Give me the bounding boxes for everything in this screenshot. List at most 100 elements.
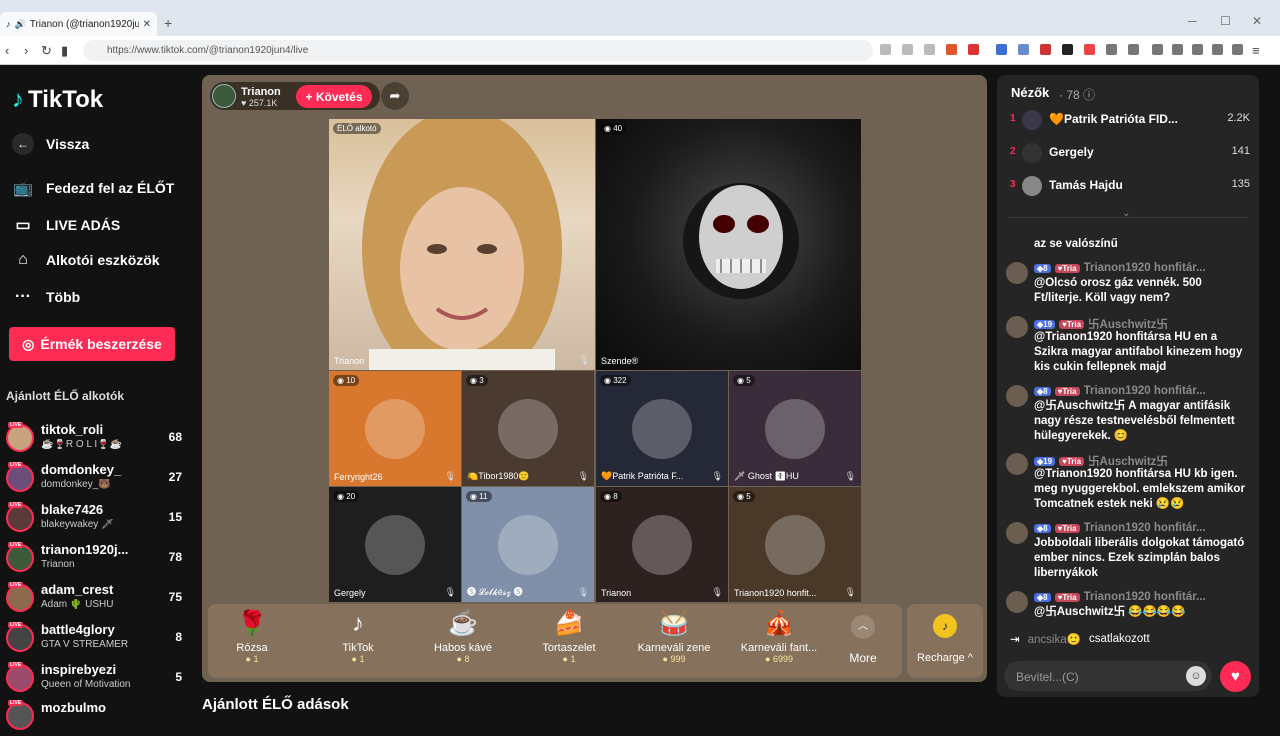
- creator-avatar[interactable]: [6, 424, 34, 452]
- chat-avatar[interactable]: [1006, 453, 1028, 475]
- recharge-label: Recharge ^: [917, 652, 973, 664]
- creator-avatar[interactable]: [6, 624, 34, 652]
- guest-video-tile[interactable]: ◉ 5 Trianon1920 honfit... 🎙: [729, 487, 861, 602]
- creator-list-item[interactable]: LIVE adam_crest Adam 🌵 USHU 75: [6, 582, 182, 618]
- info-icon[interactable]: ⓘ: [1083, 88, 1095, 102]
- vpn-icon[interactable]: [1232, 44, 1243, 55]
- nav-explore-live[interactable]: 📺 Fedezd fel az ÉLŐT: [12, 178, 174, 198]
- extension-icon[interactable]: [1040, 44, 1051, 55]
- creator-avatar[interactable]: [6, 464, 34, 492]
- top-viewer-row[interactable]: 2 Gergely 141: [1010, 141, 1250, 165]
- creator-avatar[interactable]: [6, 702, 34, 730]
- puzzle-icon[interactable]: [1106, 44, 1117, 55]
- creator-list-item[interactable]: LIVE trianon1920j... Trianon 78: [6, 542, 182, 578]
- viewer-avatar[interactable]: [1022, 143, 1042, 163]
- brave-shield-icon[interactable]: [946, 44, 957, 55]
- back-arrow-icon[interactable]: ‹: [5, 43, 9, 58]
- creator-list-item[interactable]: LIVE tiktok_roli ☕🍷R O L I🍷☕ 68: [6, 422, 182, 458]
- translate-icon[interactable]: [996, 44, 1007, 55]
- heart-like-button[interactable]: ♥: [1220, 661, 1251, 692]
- extension-icon[interactable]: [1018, 44, 1029, 55]
- creator-avatar[interactable]: [6, 504, 34, 532]
- creator-list-item[interactable]: LIVE mozbulmo: [6, 700, 182, 736]
- nav-live[interactable]: ▭ LIVE ADÁS: [12, 215, 120, 235]
- close-tab-icon[interactable]: ✕: [143, 19, 151, 30]
- guest-video-tile[interactable]: ◉ 3 🍋Tibor1980🙂 🎙: [462, 371, 594, 486]
- creator-list-item[interactable]: LIVE domdonkey_ domdonkey_🐻 27: [6, 462, 182, 498]
- chat-avatar[interactable]: [1006, 591, 1028, 613]
- bookmark-icon[interactable]: ▮: [61, 43, 68, 59]
- guest-video-tile[interactable]: ◉ 10 Ferryright26 🎙: [329, 371, 461, 486]
- sidebar-icon[interactable]: [1172, 44, 1183, 55]
- chat-username[interactable]: Trianon1920 honfitár...: [1084, 591, 1206, 603]
- chat-input[interactable]: Bevitel...(C): [1004, 661, 1212, 691]
- new-tab-icon[interactable]: +: [164, 15, 172, 31]
- nav-creator-tools[interactable]: ⌂ Alkotói eszközök: [12, 251, 159, 269]
- tiktok-logo[interactable]: ♪ TikTok: [12, 86, 103, 114]
- guest-video-tile[interactable]: ◉ 20 Gergely 🎙: [329, 487, 461, 602]
- extension-icon[interactable]: [1128, 44, 1139, 55]
- host-avatar[interactable]: [212, 84, 236, 108]
- top-viewer-row[interactable]: 3 Tamás Hajdu 135: [1010, 174, 1250, 198]
- reload-icon[interactable]: ↻: [41, 43, 52, 59]
- guest-video-tile[interactable]: ◉ 40 Szende®: [596, 119, 861, 370]
- chat-username[interactable]: Trianon1920 honfitár...: [1084, 262, 1206, 274]
- host-name[interactable]: Trianon: [241, 86, 281, 98]
- gift-item[interactable]: 🌹 Rózsa ● 1: [203, 608, 301, 664]
- share-page-icon[interactable]: [924, 44, 935, 55]
- chat-avatar[interactable]: [1006, 385, 1028, 407]
- get-coins-button[interactable]: ◎ Érmék beszerzése: [9, 327, 175, 361]
- address-bar[interactable]: https://www.tiktok.com/@trianon1920jun4/…: [83, 40, 873, 61]
- follow-button[interactable]: + Követés: [296, 85, 372, 108]
- joined-user[interactable]: ancsika🙂: [1028, 632, 1081, 646]
- extension-icon[interactable]: [880, 44, 891, 55]
- chat-avatar[interactable]: [1006, 262, 1028, 284]
- gift-item[interactable]: 🥁 Karneváli zene ● 999: [625, 608, 723, 664]
- main-video-tile[interactable]: ÉLŐ alkotó Trianon 🎙: [329, 119, 595, 370]
- guest-video-tile[interactable]: ◉ 322 🧡Patrik Patrióta F... 🎙: [596, 371, 728, 486]
- browser-tab[interactable]: ♪ 🔊 Trianon (@trianon1920jun4) | T ✕: [0, 12, 157, 36]
- creator-avatar[interactable]: [6, 544, 34, 572]
- gift-item[interactable]: ☕ Habos kávé ● 8: [414, 608, 512, 664]
- gift-price: ● 8: [456, 654, 470, 664]
- guest-video-tile[interactable]: ◉ 5 🗡 Ghost ☦HU 🎙: [729, 371, 861, 486]
- creator-list-item[interactable]: LIVE battle4glory GTA V STREAMER 8: [6, 622, 182, 658]
- extension-icon[interactable]: [1062, 44, 1073, 55]
- leo-icon[interactable]: [1212, 44, 1223, 55]
- zoom-icon[interactable]: [902, 44, 913, 55]
- minimize-icon[interactable]: ─: [1188, 14, 1197, 28]
- back-link[interactable]: ← Vissza: [12, 133, 89, 155]
- maximize-icon[interactable]: ☐: [1220, 14, 1231, 28]
- gift-item[interactable]: 🍰 Tortaszelet ● 1: [520, 608, 618, 664]
- wallet-icon[interactable]: [1192, 44, 1203, 55]
- rewards-icon[interactable]: [968, 44, 979, 55]
- recharge-button[interactable]: ♪ Recharge ^: [907, 604, 983, 678]
- viewer-badge: ◉ 5: [733, 491, 755, 502]
- guest-video-tile[interactable]: ◉ 11 🅢 𝓛𝓮𝓵𝓴é𝓼𝔃 🅢 🎙: [462, 487, 594, 602]
- chat-avatar[interactable]: [1006, 316, 1028, 338]
- share-button[interactable]: ➦: [381, 82, 409, 110]
- live-creator-badge: ÉLŐ alkotó: [333, 123, 381, 134]
- gift-item[interactable]: ♪ TikTok ● 1: [309, 608, 407, 664]
- menu-icon[interactable]: ≡: [1252, 43, 1260, 58]
- chat-username[interactable]: Trianon1920 honfitár...: [1084, 522, 1206, 534]
- top-viewer-row[interactable]: 1 🧡Patrik Patrióta FID... 2.2K: [1010, 108, 1250, 132]
- guest-video-tile[interactable]: ◉ 8 Trianon 🎙: [596, 487, 728, 602]
- forward-arrow-icon[interactable]: ›: [24, 43, 28, 58]
- creator-avatar[interactable]: [6, 584, 34, 612]
- music-icon[interactable]: [1152, 44, 1163, 55]
- close-window-icon[interactable]: ✕: [1252, 14, 1262, 28]
- gift-item[interactable]: 🎪 Karneváli fant... ● 6999: [730, 608, 828, 664]
- more-gifts-button[interactable]: ︿ More: [848, 615, 878, 665]
- chat-username[interactable]: Trianon1920 honfitár...: [1084, 385, 1206, 397]
- viewer-avatar[interactable]: [1022, 176, 1042, 196]
- creator-avatar[interactable]: [6, 664, 34, 692]
- viewer-avatar[interactable]: [1022, 110, 1042, 130]
- price-value: 6999: [772, 654, 793, 664]
- emoji-icon[interactable]: ☺: [1186, 666, 1206, 686]
- creator-list-item[interactable]: LIVE inspirebyezi Queen of Motivation 5: [6, 662, 182, 698]
- creator-list-item[interactable]: LIVE blake7426 blakeywakey 🗡 15: [6, 502, 182, 538]
- chat-avatar[interactable]: [1006, 522, 1028, 544]
- nav-more[interactable]: ··· Több: [12, 288, 80, 306]
- extension-icon[interactable]: [1084, 44, 1095, 55]
